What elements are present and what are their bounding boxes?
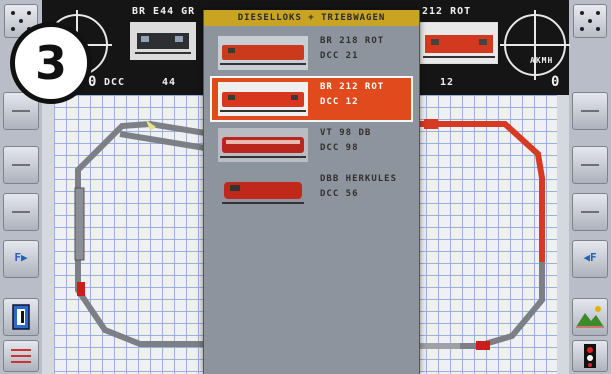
loco-selection-menu: DIESELLOKS + TRIEBWAGEN BR 218 ROT DCC 2… [203, 10, 420, 374]
loco-image-vt-98 [218, 128, 308, 162]
step-number-badge: 3 [10, 22, 92, 104]
track-left-loop[interactable] [75, 120, 206, 347]
menu-item-name: BR 218 ROT [320, 36, 385, 46]
menu-title: DIESELLOKS + TRIEBWAGEN [204, 10, 419, 26]
loco-image-dbb-herkules [218, 174, 308, 208]
loco-image-br-212 [218, 82, 308, 116]
menu-item-address: DCC 56 [320, 189, 359, 199]
menu-item-dbb-herkules[interactable]: DBB HERKULES DCC 56 [212, 170, 411, 212]
menu-item-address: DCC 21 [320, 51, 359, 61]
loco-image-br-218 [218, 36, 308, 70]
train-marker-right[interactable] [476, 341, 490, 350]
menu-item-br-212[interactable]: BR 212 ROT DCC 12 [210, 76, 413, 122]
menu-item-vt-98[interactable]: VT 98 DB DCC 98 [212, 124, 411, 166]
menu-item-address: DCC 12 [320, 97, 359, 107]
train-marker-left[interactable] [77, 282, 85, 296]
menu-item-name: BR 212 ROT [320, 82, 385, 92]
switch-marker-right[interactable] [424, 119, 438, 129]
app-window: F▶ ◀F BR E44 GR 0 DCC 44 212 ROT 12 AKMH… [0, 0, 611, 374]
menu-item-name: VT 98 DB [320, 128, 372, 138]
menu-item-name: DBB HERKULES [320, 174, 398, 184]
track-siding-left[interactable] [74, 187, 85, 261]
menu-item-br-218[interactable]: BR 218 ROT DCC 21 [212, 32, 411, 74]
menu-item-address: DCC 98 [320, 143, 359, 153]
track-right-loop[interactable] [418, 121, 545, 349]
